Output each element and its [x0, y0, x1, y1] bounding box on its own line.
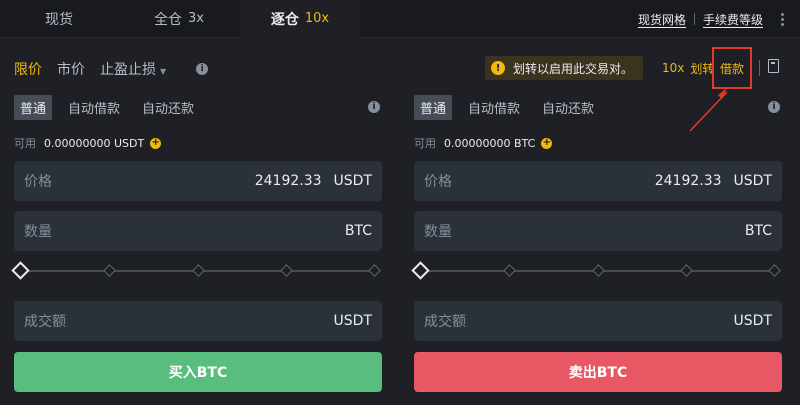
buy-price-value[interactable]: 24192.33 — [255, 173, 322, 189]
sell-mode-auto-borrow[interactable]: 自动借款 — [462, 95, 526, 120]
sell-button[interactable]: 卖出BTC — [414, 352, 782, 392]
buy-mode-normal[interactable]: 普通 — [14, 94, 53, 120]
add-funds-icon[interactable]: + — [150, 137, 162, 149]
sell-panel: 普通 自动借款 自动还款 i 可用 0.00000000 BTC + 价格 24… — [411, 94, 782, 405]
slider-node-75[interactable] — [280, 264, 293, 277]
sell-available-value: 0.00000000 BTC — [444, 136, 536, 150]
buy-amount-input[interactable]: 数量 BTC — [14, 211, 382, 251]
slider-handle[interactable] — [411, 261, 430, 280]
buy-total-input[interactable]: 成交额 USDT — [14, 301, 382, 341]
slider-node-75[interactable] — [680, 264, 693, 277]
slider-node-100[interactable] — [768, 264, 781, 277]
slider-node-25[interactable] — [103, 264, 116, 277]
sell-price-value[interactable]: 24192.33 — [655, 173, 722, 189]
buy-available-value: 0.00000000 USDT — [44, 136, 145, 150]
buy-mode-row: 普通 自动借款 自动还款 i — [14, 94, 382, 120]
info-icon[interactable]: i — [368, 101, 380, 113]
info-icon[interactable]: i — [768, 101, 780, 113]
buy-mode-auto-borrow[interactable]: 自动借款 — [62, 95, 126, 120]
buy-price-input[interactable]: 价格 24192.33 USDT — [14, 161, 382, 201]
buy-mode-auto-repay[interactable]: 自动还款 — [136, 95, 200, 120]
slider-node-50[interactable] — [192, 264, 205, 277]
buy-panel: 普通 自动借款 自动还款 i 可用 0.00000000 USDT + 价格 2… — [11, 94, 382, 405]
buy-available: 可用 0.00000000 USDT + — [14, 136, 162, 150]
sell-available: 可用 0.00000000 BTC + — [414, 136, 553, 150]
sell-price-input[interactable]: 价格 24192.33 USDT — [414, 161, 782, 201]
sell-amount-input[interactable]: 数量 BTC — [414, 211, 782, 251]
sell-mode-normal[interactable]: 普通 — [414, 94, 453, 120]
sell-mode-row: 普通 自动借款 自动还款 i — [414, 94, 782, 120]
slider-node-25[interactable] — [503, 264, 516, 277]
add-funds-icon[interactable]: + — [541, 137, 553, 149]
buy-percent-slider[interactable] — [11, 261, 382, 280]
buy-button[interactable]: 买入BTC — [14, 352, 382, 392]
slider-node-100[interactable] — [368, 264, 381, 277]
sell-mode-auto-repay[interactable]: 自动还款 — [536, 95, 600, 120]
slider-handle[interactable] — [11, 261, 30, 280]
sell-percent-slider[interactable] — [411, 261, 782, 280]
slider-node-50[interactable] — [592, 264, 605, 277]
sell-total-input[interactable]: 成交额 USDT — [414, 301, 782, 341]
